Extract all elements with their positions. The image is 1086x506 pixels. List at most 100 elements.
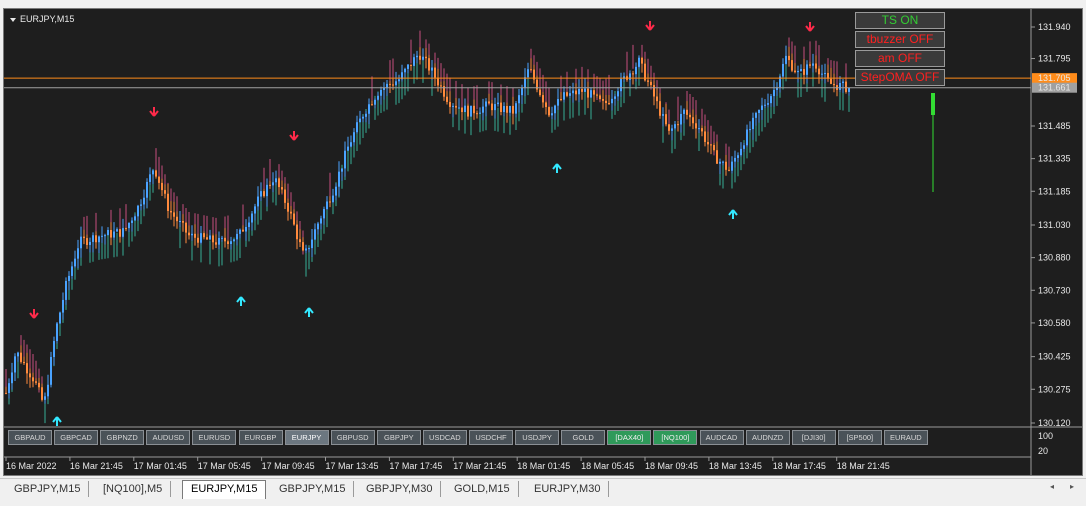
candle-body: [377, 95, 379, 100]
symbol-button-eurgbp[interactable]: EURGBP: [238, 430, 283, 445]
symbol-button-audnzd[interactable]: AUDNZD: [745, 430, 790, 445]
candle-body: [485, 101, 487, 107]
symbol-button-dji30[interactable]: [DJI30]: [791, 430, 836, 445]
candle-body: [311, 239, 313, 249]
candle-body: [113, 231, 115, 238]
candle-body: [545, 102, 547, 108]
candle-body: [470, 105, 472, 117]
candle-body: [182, 221, 184, 223]
candles-layer: [5, 30, 850, 424]
dropdown-triangle-icon[interactable]: [10, 17, 16, 22]
candle-body: [236, 233, 238, 240]
symbol-button-eurjpy[interactable]: EURJPY: [284, 430, 329, 445]
candle-body: [233, 239, 235, 242]
symbol-button-usdcad[interactable]: USDCAD: [422, 430, 467, 445]
symbol-button-sp500[interactable]: [SP500]: [837, 430, 882, 445]
candle-body: [158, 176, 160, 183]
tab-eurjpy-m30[interactable]: EURJPY,M30: [526, 481, 610, 497]
time-axis-label: 18 Mar 05:45: [581, 461, 634, 471]
candle-body: [245, 226, 247, 232]
buy-arrow-icon: [304, 307, 314, 317]
candle-body: [314, 229, 316, 240]
candle-body: [491, 103, 493, 111]
am-toggle-button[interactable]: am OFF: [855, 50, 945, 67]
candle-body: [812, 63, 814, 66]
candle-body: [122, 228, 124, 237]
tbuzzer-toggle-button[interactable]: tbuzzer OFF: [855, 31, 945, 48]
chart-window[interactable]: 131.940 131.795 131.485 131.335 131.185 131.0…: [3, 8, 1083, 476]
indicator-panel: TS ON tbuzzer OFF am OFF StepOMA OFF: [855, 12, 945, 88]
candle-body: [689, 114, 691, 118]
tab-gbpjpy-m15[interactable]: GBPJPY,M15: [271, 481, 355, 497]
candle-body: [404, 68, 406, 73]
symbol-button-nq100[interactable]: [NQ100]: [653, 430, 698, 445]
candle-body: [8, 383, 10, 394]
symbol-button-usdchf[interactable]: USDCHF: [469, 430, 513, 445]
candle-body: [638, 57, 640, 67]
candle-body: [431, 67, 433, 71]
symbol-button-gbpjpy[interactable]: GBPJPY: [376, 430, 421, 445]
tab-scroll-right-icon[interactable]: ▸: [1070, 482, 1074, 491]
candle-body: [179, 221, 181, 223]
candle-body: [104, 235, 106, 237]
symbol-button-usdjpy[interactable]: USDJPY: [515, 430, 560, 445]
candle-body: [617, 91, 619, 97]
candle-body: [248, 222, 250, 227]
candle-body: [293, 213, 295, 225]
tab-scroll-left-icon[interactable]: ◂: [1050, 482, 1054, 491]
candle-body: [635, 66, 637, 75]
symbol-button-gbpnzd[interactable]: GBPNZD: [100, 430, 145, 445]
candle-body: [155, 170, 157, 177]
symbol-button-eurusd[interactable]: EURUSD: [192, 430, 237, 445]
candle-body: [308, 248, 310, 250]
candle-body: [251, 213, 253, 223]
price-axis-label: 130.580: [1038, 318, 1071, 328]
candle-body: [173, 212, 175, 217]
tab-eurjpy-m15[interactable]: EURJPY,M15: [182, 480, 267, 499]
tab--nq100--m5[interactable]: [NQ100],M5: [95, 481, 172, 497]
candle-body: [512, 105, 514, 114]
candle-body: [488, 101, 490, 104]
symbol-button-gbpcad[interactable]: GBPCAD: [54, 430, 99, 445]
candle-body: [557, 99, 559, 106]
candle-body: [149, 174, 151, 182]
candle-body: [83, 236, 85, 239]
candle-body: [59, 312, 61, 324]
time-axis-label: 16 Mar 21:45: [70, 461, 123, 471]
candle-body: [803, 69, 805, 75]
candle-body: [806, 64, 808, 75]
symbol-button-audusd[interactable]: AUDUSD: [146, 430, 191, 445]
candle-body: [551, 113, 553, 116]
candle-body: [620, 78, 622, 92]
sell-arrow-icon: [289, 131, 299, 141]
price-axis-label: 131.485: [1038, 121, 1071, 131]
tab-gold-m15[interactable]: GOLD,M15: [446, 481, 519, 497]
candle-body: [89, 241, 91, 245]
stepoma-toggle-button[interactable]: StepOMA OFF: [855, 69, 945, 86]
candle-body: [407, 64, 409, 69]
candle-body: [716, 150, 718, 164]
price-axis-label: 130.880: [1038, 253, 1071, 263]
candle-body: [767, 103, 769, 105]
candle-body: [416, 55, 418, 58]
tab-gbpjpy-m15[interactable]: GBPJPY,M15: [6, 481, 90, 497]
time-axis-label: 17 Mar 13:45: [326, 461, 379, 471]
buy-arrow-icon: [728, 209, 738, 219]
candle-body: [506, 106, 508, 113]
candle-body: [773, 89, 775, 97]
symbol-button-gold[interactable]: GOLD: [561, 430, 606, 445]
candle-body: [56, 323, 58, 342]
candle-body: [140, 204, 142, 206]
symbol-button-euraud[interactable]: EURAUD: [883, 430, 928, 445]
ts-toggle-button[interactable]: TS ON: [855, 12, 945, 29]
symbol-button-audcad[interactable]: AUDCAD: [699, 430, 744, 445]
symbol-button-dax40[interactable]: [DAX40]: [607, 430, 652, 445]
candle-body: [500, 102, 502, 112]
tab-gbpjpy-m30[interactable]: GBPJPY,M30: [358, 481, 442, 497]
symbol-button-gbpaud[interactable]: GBPAUD: [8, 430, 52, 445]
symbol-button-gbpusd[interactable]: GBPUSD: [330, 430, 375, 445]
candle-body: [731, 161, 733, 171]
candle-body: [560, 99, 562, 101]
candle-body: [11, 372, 13, 384]
price-axis-label: 130.425: [1038, 352, 1071, 362]
